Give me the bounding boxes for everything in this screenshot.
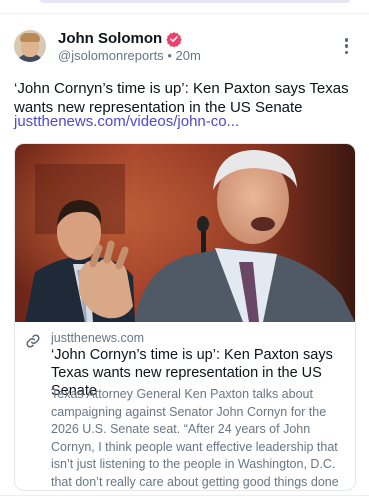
avatar[interactable] (14, 30, 46, 62)
more-options-icon[interactable] (344, 38, 349, 54)
card-description: Texas Attorney General Ken Paxton talks … (51, 387, 339, 489)
divider (0, 495, 369, 496)
card-image[interactable] (15, 144, 355, 322)
post-time: 20m (175, 48, 201, 63)
link-icon (26, 334, 40, 348)
card-domain: justthenews.com (51, 331, 145, 345)
meta-separator: • (167, 48, 172, 63)
top-strip (40, 0, 350, 3)
verified-badge-icon (166, 31, 182, 47)
author-name-row: John Solomon (58, 30, 182, 47)
card-meta[interactable]: justthenews.com ‘John Cornyn’s time is u… (15, 322, 355, 490)
author-name[interactable]: John Solomon (58, 30, 162, 47)
avatar-hair (20, 33, 40, 42)
post-link[interactable]: justthenews.com/videos/john-co... (14, 112, 239, 131)
link-preview-card[interactable]: justthenews.com ‘John Cornyn’s time is u… (14, 143, 356, 491)
post[interactable]: John Solomon @jsolomonreports • 20m ‘Joh… (0, 14, 369, 500)
card-photo (15, 144, 355, 322)
author-meta: @jsolomonreports • 20m (58, 48, 201, 63)
author-handle[interactable]: @jsolomonreports (58, 48, 164, 63)
